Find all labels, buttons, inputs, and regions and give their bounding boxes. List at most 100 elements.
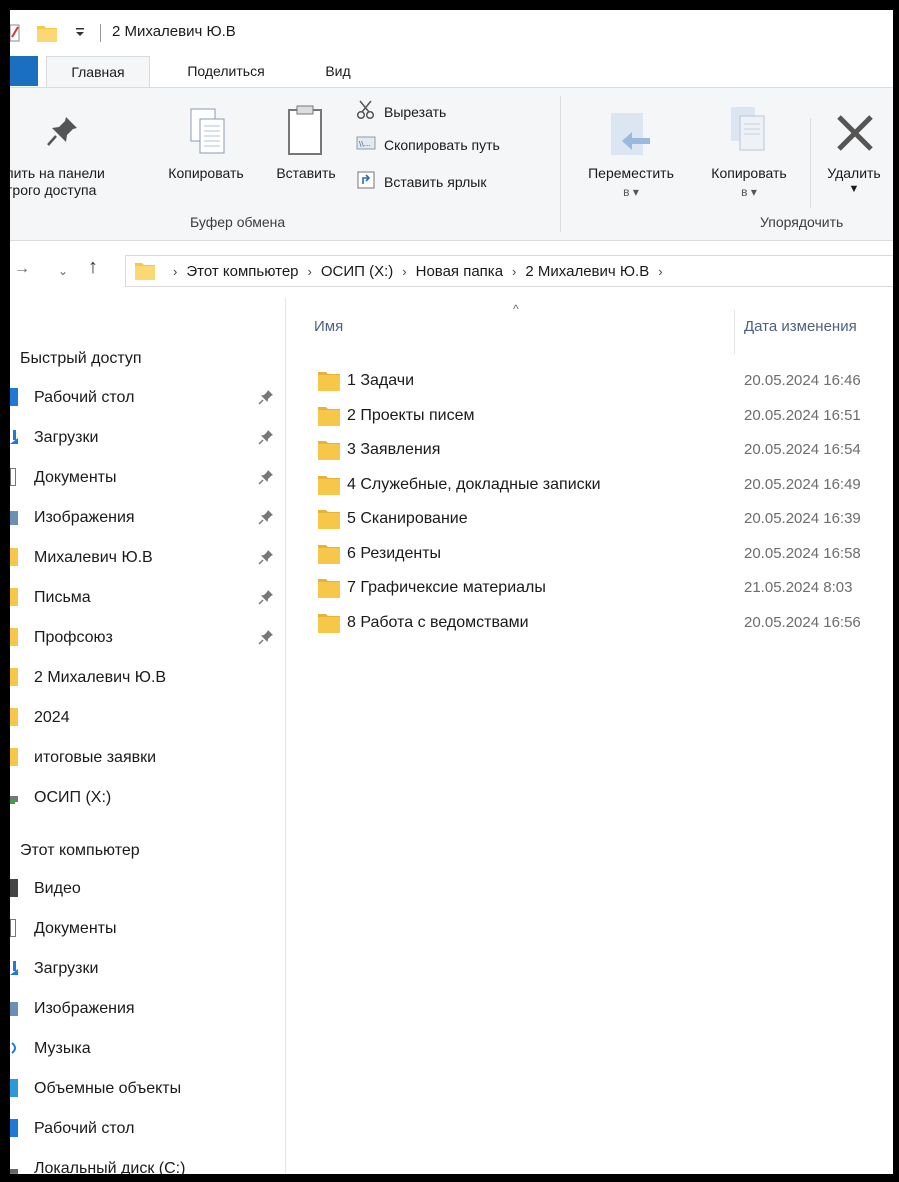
folder-icon: [10, 588, 18, 606]
delete-dropdown-icon[interactable]: ▼: [814, 181, 893, 198]
navigation-pane[interactable]: Быстрый доступ Рабочий стол Загрузки Док…: [10, 298, 286, 1174]
tab-view[interactable]: Вид: [316, 56, 360, 88]
file-row[interactable]: 1 Задачи 20.05.2024 16:46: [317, 364, 893, 398]
file-name: 6 Резиденты: [347, 544, 442, 562]
nav-item-pictures[interactable]: Изображения: [10, 503, 280, 533]
crumb-new-folder[interactable]: Новая папка: [416, 263, 503, 280]
nav-item-pc-desktop[interactable]: Рабочий стол: [10, 1114, 280, 1144]
file-row[interactable]: 6 Резиденты 20.05.2024 16:58: [317, 537, 893, 571]
delete-x-icon: [834, 112, 876, 158]
nav-item-label: Документы: [34, 920, 117, 937]
move-to-label: Переместить: [588, 165, 674, 181]
nav-quick-access[interactable]: Быстрый доступ: [20, 350, 142, 368]
recent-locations-icon[interactable]: ⌄: [58, 264, 68, 278]
pin-icon[interactable]: [258, 509, 274, 530]
shortcut-icon: [356, 170, 376, 193]
nav-item-label: Профсоюз: [34, 629, 113, 646]
nav-item-documents[interactable]: Документы: [10, 463, 280, 493]
folder-icon: [317, 508, 341, 535]
nav-item-music[interactable]: Музыка: [10, 1034, 280, 1064]
file-date: 20.05.2024 16:51: [744, 406, 861, 424]
copy-button[interactable]: Копировать: [152, 96, 260, 206]
nav-item-label: Музыка: [34, 1040, 91, 1057]
pin-icon[interactable]: [258, 589, 274, 610]
paste-shortcut-button[interactable]: Вставить ярлык: [356, 170, 486, 193]
move-to-button[interactable]: Переместить в ▾: [566, 96, 696, 214]
clipboard-icon: [286, 104, 324, 160]
folder-icon[interactable]: [36, 23, 58, 47]
nav-item-2024[interactable]: 2024: [10, 703, 280, 733]
download-icon: [10, 428, 18, 446]
folder-icon: [317, 370, 341, 397]
file-row[interactable]: 7 Графичексие материалы 21.05.2024 8:03: [317, 571, 893, 605]
pin-icon[interactable]: [258, 549, 274, 570]
file-date: 20.05.2024 16:58: [744, 544, 861, 562]
ribbon-tabs: Главная Поделиться Вид: [10, 56, 893, 88]
nav-item-drive-x[interactable]: ОСИП (X:): [10, 783, 280, 813]
nav-item-union[interactable]: Профсоюз: [10, 623, 280, 653]
nav-item-letters[interactable]: Письма: [10, 583, 280, 613]
cut-button[interactable]: Вырезать: [356, 100, 446, 123]
crumb-this-pc[interactable]: Этот компьютер: [186, 263, 298, 280]
scissors-icon: [356, 100, 376, 123]
address-bar[interactable]: › Этот компьютер › ОСИП (X:) › Новая пап…: [125, 255, 893, 287]
file-row[interactable]: 8 Работа с ведомствами 20.05.2024 16:56: [317, 606, 893, 640]
column-separator[interactable]: [734, 310, 735, 354]
crumb-chevron[interactable]: ›: [658, 264, 662, 279]
folder-icon: [10, 748, 18, 766]
nav-item-label: Документы: [34, 469, 117, 486]
document-icon: [10, 919, 16, 937]
nav-item-pc-documents[interactable]: Документы: [10, 914, 280, 944]
tab-home[interactable]: Главная: [46, 56, 150, 88]
forward-arrow-icon[interactable]: →: [14, 260, 30, 278]
crumb-drive[interactable]: ОСИП (X:): [321, 263, 393, 280]
tab-file[interactable]: [10, 56, 38, 86]
tab-share[interactable]: Поделиться: [166, 56, 286, 88]
customize-qat-icon[interactable]: [74, 25, 86, 43]
cut-label: Вырезать: [384, 103, 447, 120]
organize-group-label: Упорядочить: [760, 214, 844, 230]
pin-quick-access-button[interactable]: пить на панели трого доступа: [10, 96, 156, 206]
pin-icon[interactable]: [258, 629, 274, 650]
nav-item-mikhalevich[interactable]: Михалевич Ю.В: [10, 543, 280, 573]
properties-icon[interactable]: [10, 23, 20, 47]
nav-item-pc-downloads[interactable]: Загрузки: [10, 954, 280, 984]
nav-item-current-folder[interactable]: 2 Михалевич Ю.В: [10, 663, 280, 693]
column-header-name[interactable]: Имя: [314, 318, 343, 335]
crumb-chevron[interactable]: ›: [173, 264, 177, 279]
nav-this-pc[interactable]: Этот компьютер: [20, 842, 140, 860]
pin-icon[interactable]: [258, 469, 274, 490]
column-header-date[interactable]: Дата изменения: [744, 318, 857, 335]
up-arrow-icon[interactable]: ↑: [88, 256, 98, 279]
nav-item-label: Изображения: [34, 509, 135, 526]
copy-path-button[interactable]: \\... Скопировать путь: [356, 136, 500, 153]
file-row[interactable]: 2 Проекты писем 20.05.2024 16:51: [317, 399, 893, 433]
file-row[interactable]: 4 Служебные, докладные записки 20.05.2024…: [317, 468, 893, 502]
nav-item-label: Изображения: [34, 1000, 135, 1017]
nav-item-pc-pictures[interactable]: Изображения: [10, 994, 280, 1024]
nav-item-local-disk-c[interactable]: Локальный диск (C:): [10, 1154, 280, 1174]
nav-item-3d-objects[interactable]: Объемные объекты: [10, 1074, 280, 1104]
pin-icon[interactable]: [258, 389, 274, 410]
drive-icon: [10, 1159, 18, 1174]
crumb-current[interactable]: 2 Михалевич Ю.В: [525, 263, 649, 280]
file-row[interactable]: 5 Сканирование 20.05.2024 16:39: [317, 502, 893, 536]
crumb-chevron[interactable]: ›: [308, 264, 312, 279]
paste-button[interactable]: Вставить: [264, 96, 348, 206]
network-drive-icon: [10, 788, 18, 806]
title-separator: [100, 24, 101, 42]
crumb-chevron[interactable]: ›: [402, 264, 406, 279]
copy-to-button[interactable]: Копировать в ▾: [694, 96, 804, 214]
crumb-chevron[interactable]: ›: [512, 264, 516, 279]
nav-item-downloads[interactable]: Загрузки: [10, 423, 280, 453]
file-row[interactable]: 3 Заявления 20.05.2024 16:54: [317, 433, 893, 467]
pin-label-line2: трого доступа: [10, 182, 97, 198]
nav-item-final-requests[interactable]: итоговые заявки: [10, 743, 280, 773]
pin-icon[interactable]: [258, 429, 274, 450]
nav-item-desktop[interactable]: Рабочий стол: [10, 383, 280, 413]
folder-icon: [10, 628, 18, 646]
copy-to-label: Копировать: [711, 165, 787, 181]
delete-button[interactable]: Удалить ▼: [814, 96, 893, 214]
nav-item-videos[interactable]: Видео: [10, 874, 280, 904]
file-date: 21.05.2024 8:03: [744, 579, 853, 596]
